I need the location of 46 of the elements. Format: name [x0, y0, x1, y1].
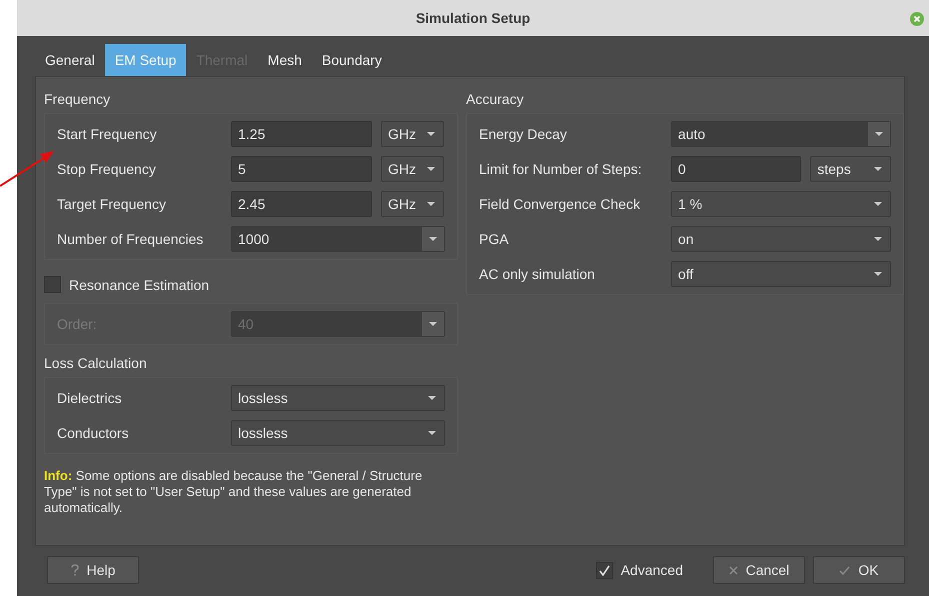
input-field[interactable]: 2.45 — [231, 191, 372, 217]
dropdown[interactable]: on — [671, 226, 891, 252]
help-button[interactable]: Help — [47, 556, 139, 584]
tab[interactable]: Mesh — [258, 44, 312, 76]
dropdown[interactable]: 1000 — [231, 226, 445, 252]
unit-dropdown[interactable]: GHz — [381, 156, 444, 182]
field-label: Field Convergence Check — [479, 196, 642, 212]
field-label: Number of Frequencies — [57, 231, 204, 247]
dropdown[interactable]: 1 % — [671, 191, 891, 217]
unit-dropdown[interactable]: GHz — [381, 121, 444, 147]
unit-dropdown[interactable]: steps — [810, 156, 891, 182]
checkbox[interactable] — [596, 562, 613, 578]
field-label: Stop Frequency — [57, 161, 157, 177]
dropdown[interactable]: off — [671, 261, 891, 287]
tab[interactable]: Boundary — [312, 44, 392, 76]
dropdown[interactable]: lossless — [231, 420, 445, 446]
unit-dropdown[interactable]: GHz — [381, 191, 444, 217]
window-title: Simulation Setup — [416, 10, 530, 26]
ok-button[interactable]: OK — [813, 556, 905, 584]
field-label: PGA — [479, 231, 510, 247]
cancel-button[interactable]: Cancel — [713, 556, 805, 584]
checkmark-icon — [839, 566, 850, 574]
field-label: Limit for Number of Steps: — [479, 161, 643, 177]
close-icon — [728, 566, 738, 574]
input-field[interactable]: 0 — [671, 156, 802, 182]
field-label: Energy Decay — [479, 126, 568, 142]
info-text: Info: Some options are disabled because the "General / Structure Type" is not set to "User Setup" and these values are generated automatically. — [44, 467, 424, 516]
field-label: Target Frequency — [57, 196, 167, 212]
tab[interactable]: General — [35, 44, 105, 76]
close-icon[interactable] — [910, 12, 924, 26]
field-label: Dielectrics — [57, 390, 123, 406]
question-icon — [70, 564, 79, 576]
checkbox-label: Resonance Estimation — [69, 276, 210, 292]
field-label: AC only simulation — [479, 266, 596, 282]
section-heading: Accuracy — [466, 90, 525, 109]
field-label: Conductors — [57, 425, 130, 441]
annotation-arrow — [0, 148, 56, 188]
input-field[interactable]: 1.25 — [231, 121, 372, 147]
dropdown[interactable]: auto — [671, 121, 891, 147]
section-heading: Frequency — [44, 90, 112, 109]
checkbox[interactable] — [44, 276, 61, 293]
dropdown[interactable]: lossless — [231, 385, 445, 411]
checkbox-label: Advanced — [620, 562, 683, 578]
input-field[interactable]: 5 — [231, 156, 372, 182]
section-heading: Loss Calculation — [44, 354, 148, 373]
field-label: Start Frequency — [57, 126, 158, 142]
